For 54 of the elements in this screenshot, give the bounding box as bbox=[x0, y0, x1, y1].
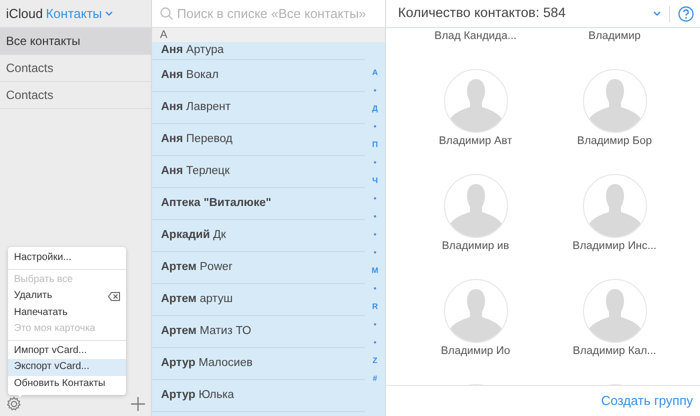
index-letter[interactable]: • bbox=[374, 334, 376, 352]
index-letter[interactable]: • bbox=[374, 316, 376, 334]
index-letter[interactable]: • bbox=[374, 82, 376, 100]
index-letter[interactable]: • bbox=[374, 154, 376, 172]
avatar-icon[interactable] bbox=[582, 174, 646, 238]
contact-name: Владимир Ио bbox=[440, 344, 510, 359]
index-letter[interactable]: Д bbox=[372, 100, 378, 118]
menu-item[interactable]: Напечатать bbox=[8, 304, 126, 321]
index-letter[interactable]: • bbox=[374, 226, 376, 244]
contact-name: Владимир bbox=[588, 29, 641, 44]
contact-row[interactable]: Аня Артура bbox=[152, 42, 365, 60]
sidebar-item[interactable]: Contacts bbox=[0, 55, 151, 82]
chevron-down-icon[interactable] bbox=[105, 10, 114, 16]
brand-label: iCloud bbox=[6, 4, 43, 23]
contact-name: Владимир Авт bbox=[438, 134, 512, 149]
chevron-down-icon[interactable] bbox=[653, 10, 661, 16]
search-field[interactable]: Поиск в списке «Все контакты» bbox=[152, 0, 385, 28]
search-icon bbox=[160, 7, 173, 20]
index-letter[interactable]: M bbox=[372, 262, 378, 280]
menu-item[interactable]: Обновить Контакты bbox=[8, 376, 126, 392]
index-letter[interactable]: • bbox=[374, 208, 376, 226]
sidebar-item[interactable]: Все контакты bbox=[0, 28, 151, 55]
index-letter[interactable]: • bbox=[374, 118, 376, 136]
index-letter[interactable]: Ч bbox=[372, 172, 378, 190]
contact-name: Владимир ив bbox=[442, 239, 510, 254]
sidebar-item[interactable]: Contacts bbox=[0, 82, 151, 109]
avatar-icon[interactable] bbox=[444, 174, 508, 238]
index-letter[interactable]: # bbox=[372, 370, 378, 388]
menu-item[interactable]: Настройки... bbox=[8, 250, 126, 266]
contact-count: Количество контактов: 584 bbox=[398, 4, 566, 22]
app-menu[interactable]: Контакты bbox=[46, 4, 102, 24]
section-header: A bbox=[152, 28, 385, 42]
contact-name: Влад Кандида... bbox=[434, 29, 517, 44]
menu-item[interactable]: Импорт vCard... bbox=[8, 342, 126, 359]
add-icon[interactable] bbox=[131, 397, 145, 411]
index-letter[interactable]: • bbox=[374, 280, 376, 298]
contact-name: Владимир Инс... bbox=[572, 239, 656, 254]
avatar-icon[interactable] bbox=[444, 69, 508, 133]
index-letter[interactable]: А bbox=[372, 64, 378, 82]
settings-icon[interactable] bbox=[6, 396, 22, 412]
index-letter[interactable]: • bbox=[374, 190, 376, 208]
index-letter[interactable]: П bbox=[372, 136, 378, 154]
create-group-link[interactable]: Создать группу bbox=[600, 390, 694, 412]
contact-name: Владимир Кал... bbox=[572, 344, 656, 359]
menu-item[interactable]: Удалить bbox=[8, 288, 126, 304]
avatar-icon[interactable] bbox=[582, 69, 646, 133]
contact-name: Владимир Бор bbox=[577, 134, 652, 149]
avatar-icon[interactable] bbox=[582, 279, 646, 343]
index-letter[interactable]: Z bbox=[372, 352, 378, 370]
index-letter[interactable]: • bbox=[374, 244, 376, 262]
index-letter[interactable]: R bbox=[372, 298, 378, 316]
avatar-icon[interactable] bbox=[444, 279, 508, 343]
menu-item[interactable]: Экспорт vCard... bbox=[8, 359, 126, 376]
help-icon[interactable] bbox=[678, 6, 694, 22]
